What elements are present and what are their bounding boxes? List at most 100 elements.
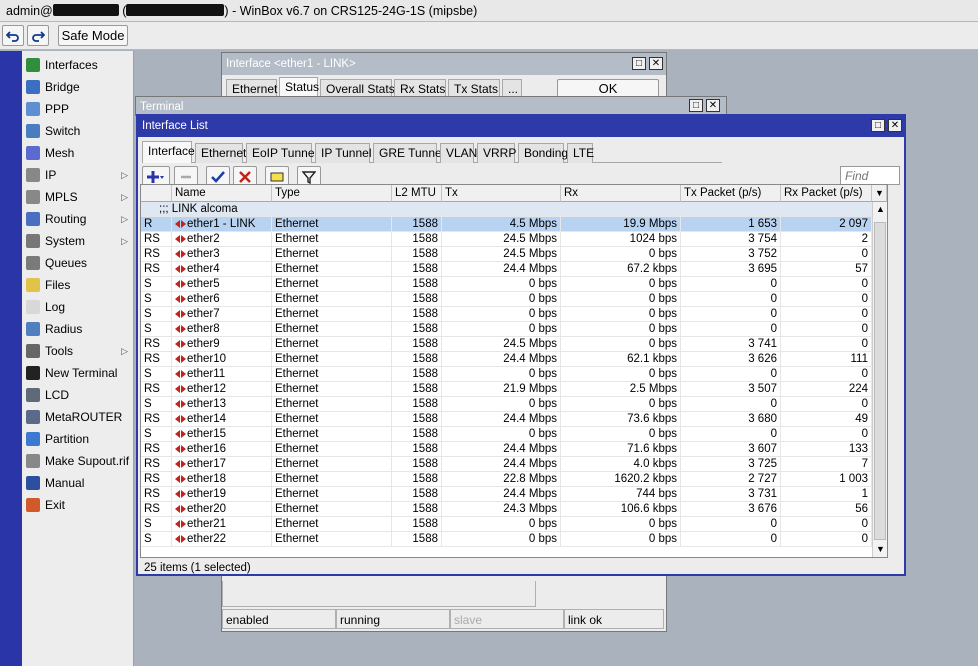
- sidebar-item-make-supout-rif[interactable]: Make Supout.rif: [22, 450, 134, 472]
- table-row[interactable]: Sether11 Ethernet 1588 0 bps 0 bps 0 0: [141, 367, 887, 382]
- vertical-scrollbar[interactable]: ▲ ▼: [872, 202, 887, 557]
- list-maximize-button[interactable]: □: [871, 119, 885, 132]
- tab-gre-tunnel[interactable]: GRE Tunnel: [373, 143, 444, 163]
- tab-vrrp[interactable]: VRRP: [477, 143, 516, 163]
- ether-maximize-button[interactable]: □: [632, 57, 646, 70]
- interface-name: ether12: [187, 383, 227, 395]
- list-close-button[interactable]: ✕: [888, 119, 902, 132]
- scrollbar-thumb[interactable]: [874, 222, 886, 540]
- column-header-name[interactable]: Name: [172, 185, 272, 202]
- sidebar-item-new-terminal[interactable]: New Terminal: [22, 362, 134, 384]
- column-menu-button[interactable]: ▼: [872, 185, 887, 202]
- column-header-rx[interactable]: Rx: [561, 185, 681, 202]
- table-row[interactable]: Sether21 Ethernet 1588 0 bps 0 bps 0 0: [141, 517, 887, 532]
- column-header-flags[interactable]: [141, 185, 172, 202]
- column-header-l2-mtu[interactable]: L2 MTU: [392, 185, 442, 202]
- tab-ip-tunnel[interactable]: IP Tunnel: [315, 143, 371, 163]
- column-header-tx[interactable]: Tx: [442, 185, 561, 202]
- interface-list-title[interactable]: Interface List: [138, 116, 904, 137]
- sidebar-item-mpls[interactable]: MPLS ▷: [22, 186, 134, 208]
- table-row[interactable]: Sether5 Ethernet 1588 0 bps 0 bps 0 0: [141, 277, 887, 292]
- interface-name: ether15: [187, 428, 227, 440]
- table-row[interactable]: RS ether4 Ethernet 1588 24.4 Mbps 67.2 kbps 3 …: [141, 262, 887, 277]
- table-row[interactable]: Sether15 Ethernet 1588 0 bps 0 bps 0 0: [141, 427, 887, 442]
- sidebar-item-log[interactable]: Log: [22, 296, 134, 318]
- scroll-up-icon[interactable]: ▲: [876, 204, 885, 214]
- title-user: admin@: [6, 4, 53, 18]
- scroll-down-icon[interactable]: ▼: [876, 544, 885, 554]
- sidebar-item-mesh[interactable]: Mesh: [22, 142, 134, 164]
- table-row[interactable]: Sether22 Ethernet 1588 0 bps 0 bps 0 0: [141, 532, 887, 547]
- cell-rx: 73.6 kbps: [561, 412, 681, 427]
- table-row[interactable]: Sether13 Ethernet 1588 0 bps 0 bps 0 0: [141, 397, 887, 412]
- table-row[interactable]: Sether7 Ethernet 1588 0 bps 0 bps 0 0: [141, 307, 887, 322]
- sidebar-item-ppp[interactable]: PPP: [22, 98, 134, 120]
- cell-rx: 0 bps: [561, 397, 681, 412]
- table-row[interactable]: RS ether18 Ethernet 1588 22.8 Mbps 1620.2 kbp…: [141, 472, 887, 487]
- tools-icon: [26, 344, 40, 358]
- sidebar-item-routing[interactable]: Routing ▷: [22, 208, 134, 230]
- cell-rxp: 224: [781, 382, 872, 397]
- safe-mode-button[interactable]: Safe Mode: [58, 25, 128, 46]
- tab-eoip-tunnel[interactable]: EoIP Tunnel: [246, 143, 317, 163]
- cell-rx: 0 bps: [561, 322, 681, 337]
- column-header-type[interactable]: Type: [272, 185, 392, 202]
- sidebar-item-metarouter[interactable]: MetaROUTER: [22, 406, 134, 428]
- table-row[interactable]: RS ether19 Ethernet 1588 24.4 Mbps 744 bps 3 7…: [141, 487, 887, 502]
- sidebar-item-manual[interactable]: Manual: [22, 472, 134, 494]
- find-input[interactable]: [840, 166, 900, 185]
- tab-ethernet[interactable]: Ethernet: [195, 143, 246, 163]
- tab-interface[interactable]: Interface: [142, 141, 195, 163]
- cell-flags: S: [141, 292, 172, 307]
- redo-button[interactable]: [27, 25, 49, 46]
- sidebar-item-label: Partition: [45, 432, 90, 446]
- table-row[interactable]: RS ether17 Ethernet 1588 24.4 Mbps 4.0 kbps 3 …: [141, 457, 887, 472]
- sidebar-item-bridge[interactable]: Bridge: [22, 76, 134, 98]
- cell-tx: 0 bps: [442, 322, 561, 337]
- table-row[interactable]: RS ether10 Ethernet 1588 24.4 Mbps 62.1 kbps 3…: [141, 352, 887, 367]
- tab-lte[interactable]: LTE: [567, 143, 594, 163]
- table-row[interactable]: RS ether12 Ethernet 1588 21.9 Mbps 2.5 Mbps 3 …: [141, 382, 887, 397]
- sidebar-item-interfaces[interactable]: Interfaces: [22, 54, 134, 76]
- cell-rx: 4.0 kbps: [561, 457, 681, 472]
- sidebar-item-ip[interactable]: IP ▷: [22, 164, 134, 186]
- terminal-close-button[interactable]: ✕: [706, 99, 720, 112]
- table-row[interactable]: RS ether3 Ethernet 1588 24.5 Mbps 0 bps 3 752 0: [141, 247, 887, 262]
- sidebar-item-switch[interactable]: Switch: [22, 120, 134, 142]
- cell-rxp: 0: [781, 532, 872, 547]
- column-header-tx-packet-p-s[interactable]: Tx Packet (p/s): [681, 185, 781, 202]
- list-tab-bar: Interface Ethernet EoIP Tunnel IP Tunnel GRE…: [142, 141, 722, 163]
- tab-bonding[interactable]: Bonding: [518, 143, 568, 163]
- terminal-maximize-button[interactable]: □: [689, 99, 703, 112]
- ether-window-title[interactable]: Interface <ether1 - LINK>: [222, 53, 666, 75]
- sidebar-item-partition[interactable]: Partition: [22, 428, 134, 450]
- column-header-rx-packet-p-s[interactable]: Rx Packet (p/s): [781, 185, 872, 202]
- sidebar-item-radius[interactable]: Radius: [22, 318, 134, 340]
- sidebar-item-system[interactable]: System ▷: [22, 230, 134, 252]
- table-row[interactable]: RS ether20 Ethernet 1588 24.3 Mbps 106.6 kbps…: [141, 502, 887, 517]
- table-row[interactable]: RS ether9 Ethernet 1588 24.5 Mbps 0 bps 3 741 0: [141, 337, 887, 352]
- cell-mtu: 1588: [392, 502, 442, 517]
- tab-vlan[interactable]: VLAN: [440, 143, 477, 163]
- sidebar-item-queues[interactable]: Queues: [22, 252, 134, 274]
- sidebar-item-files[interactable]: Files: [22, 274, 134, 296]
- cell-rxp: 0: [781, 292, 872, 307]
- sidebar-item-label: Exit: [45, 498, 66, 512]
- table-row[interactable]: RS ether14 Ethernet 1588 24.4 Mbps 73.6 kbps 3…: [141, 412, 887, 427]
- sidebar-item-lcd[interactable]: LCD: [22, 384, 134, 406]
- cell-flags: RS: [141, 412, 172, 427]
- table-row[interactable]: Rether1 - LINK Ethernet 1588 4.5 Mbps 19.9 M…: [141, 217, 887, 232]
- table-row[interactable]: RS ether16 Ethernet 1588 24.4 Mbps 71.6 kbps 3…: [141, 442, 887, 457]
- undo-button[interactable]: [2, 25, 24, 46]
- sidebar-item-label: System: [45, 234, 86, 248]
- table-row[interactable]: Sether6 Ethernet 1588 0 bps 0 bps 0 0: [141, 292, 887, 307]
- main-toolbar: Safe Mode: [0, 22, 978, 50]
- table-row[interactable]: Sether8 Ethernet 1588 0 bps 0 bps 0 0: [141, 322, 887, 337]
- cell-type: Ethernet: [272, 262, 392, 277]
- sidebar-item-exit[interactable]: Exit: [22, 494, 134, 516]
- table-row[interactable]: RS ether2 Ethernet 1588 24.5 Mbps 1024 bps 3 7…: [141, 232, 887, 247]
- cell-rxp: 0: [781, 307, 872, 322]
- cell-rx: 0 bps: [561, 247, 681, 262]
- ether-close-button[interactable]: ✕: [649, 57, 663, 70]
- sidebar-item-tools[interactable]: Tools ▷: [22, 340, 134, 362]
